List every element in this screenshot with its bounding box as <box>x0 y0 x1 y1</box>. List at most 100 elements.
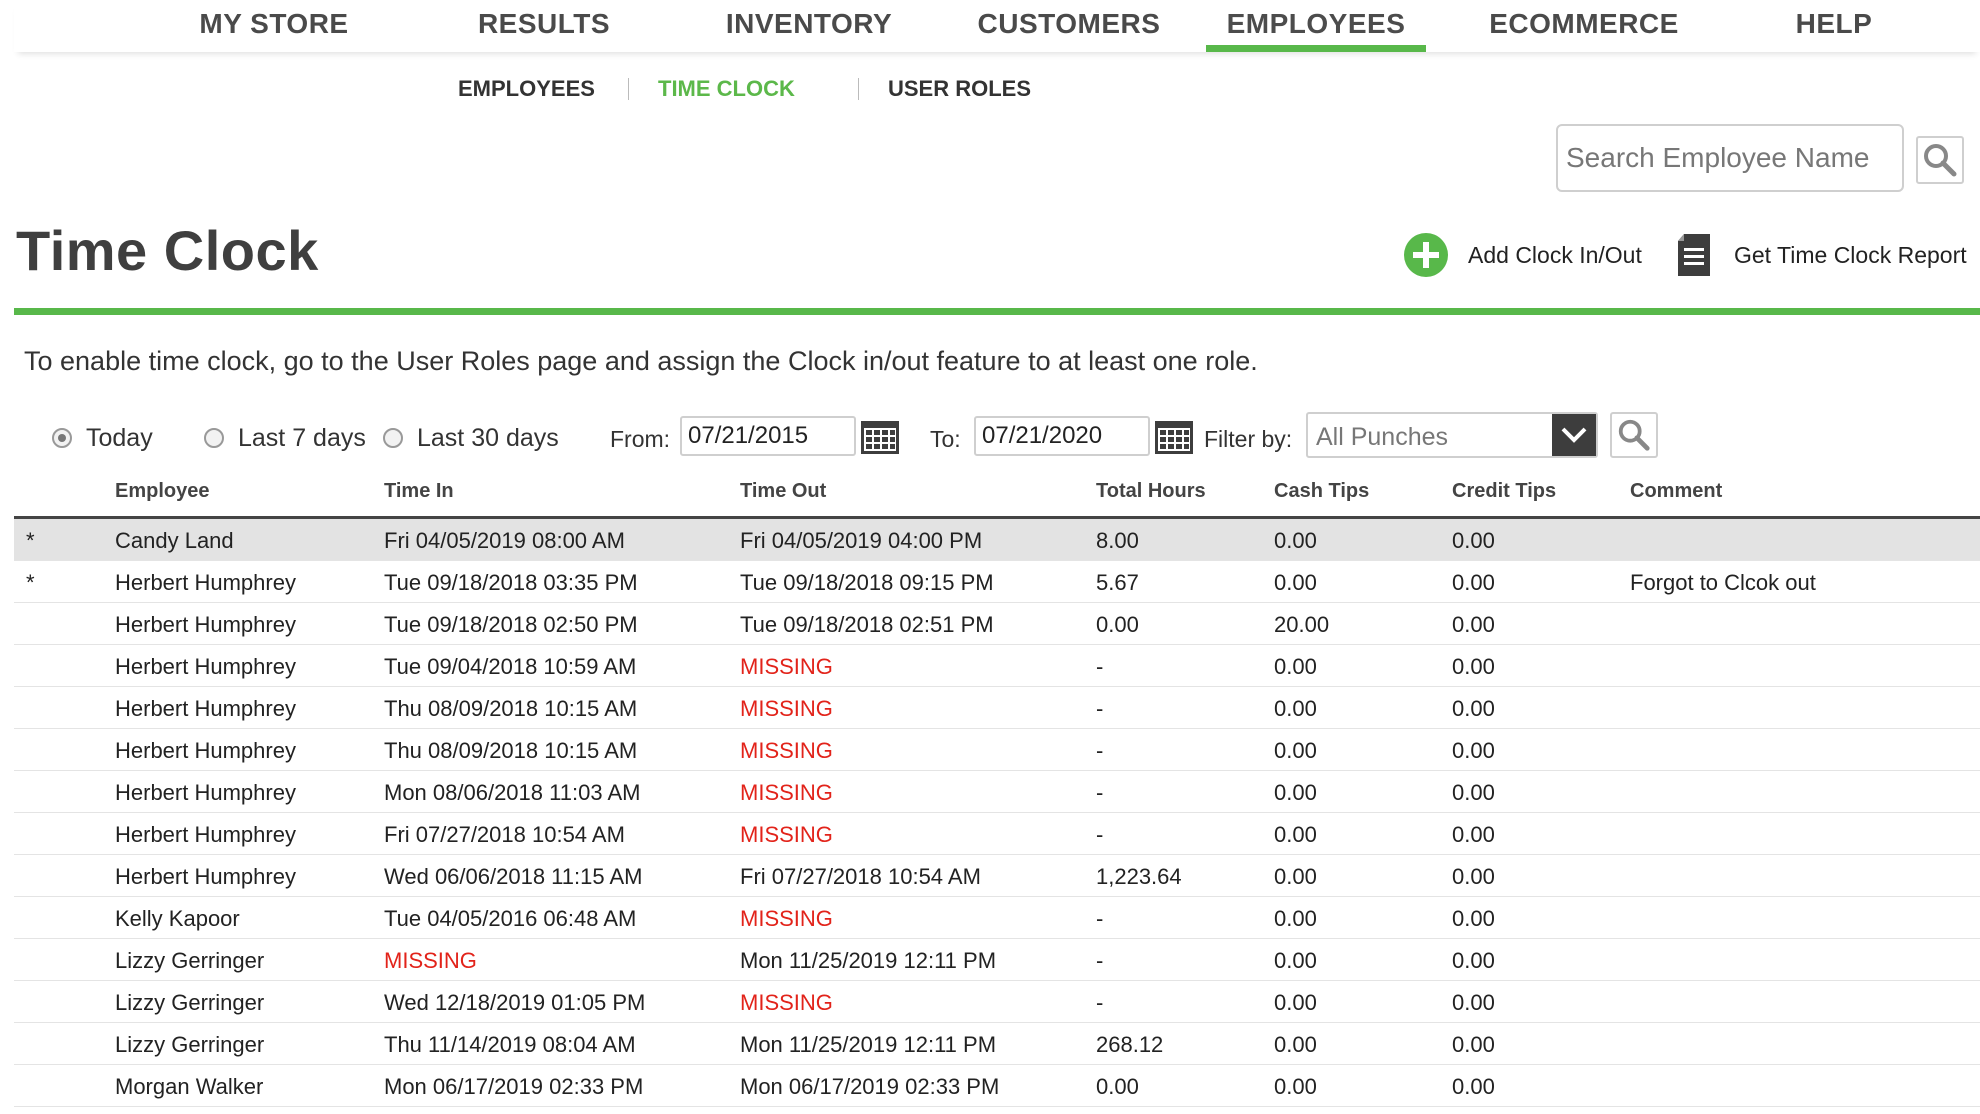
document-icon <box>1678 234 1710 276</box>
nav-customers[interactable]: CUSTOMERS <box>954 0 1184 50</box>
time-out-cell: MISSING <box>740 780 833 805</box>
calendar-icon[interactable] <box>860 418 900 456</box>
time-in-cell: Thu 11/14/2019 08:04 AM <box>384 1032 636 1057</box>
total-hours-cell: 1,223.64 <box>1096 864 1182 889</box>
table-row[interactable]: Herbert Humphrey Tue 09/04/2018 10:59 AM M… <box>14 645 1980 687</box>
column-header-cash-tips[interactable]: Cash Tips <box>1274 480 1369 503</box>
time-out-cell: MISSING <box>740 738 833 763</box>
nav-results[interactable]: RESULTS <box>424 0 664 50</box>
total-hours-cell: 0.00 <box>1096 612 1139 637</box>
radio-indicator <box>383 428 403 448</box>
time-in-cell: Thu 08/09/2018 10:15 AM <box>384 696 638 721</box>
cash-tips-cell: 0.00 <box>1274 906 1317 931</box>
table-row[interactable]: Kelly Kapoor Tue 04/05/2016 06:48 AM MISSI… <box>14 897 1980 939</box>
row-flag: * <box>26 570 35 595</box>
employee-cell: Morgan Walker <box>115 1074 264 1099</box>
total-hours-cell: 5.67 <box>1096 570 1139 595</box>
subnav-employees[interactable]: EMPLOYEES <box>458 76 595 102</box>
employee-cell: Herbert Humphrey <box>115 822 296 847</box>
column-header-credit-tips[interactable]: Credit Tips <box>1452 480 1556 503</box>
nav-help[interactable]: HELP <box>1754 0 1914 50</box>
column-header-total-hours[interactable]: Total Hours <box>1096 480 1206 503</box>
nav-employees[interactable]: EMPLOYEES <box>1206 0 1426 52</box>
table-row[interactable]: Herbert Humphrey Tue 09/18/2018 02:50 PM T… <box>14 603 1980 645</box>
table-row[interactable]: Lizzy Gerringer Thu 11/14/2019 08:04 AM Mo… <box>14 1023 1980 1065</box>
table-row[interactable]: Morgan Walker Mon 06/17/2019 02:33 PM Mon … <box>14 1065 1980 1107</box>
search-input[interactable] <box>1556 124 1904 192</box>
credit-tips-cell: 0.00 <box>1452 528 1495 553</box>
table-row[interactable]: Herbert Humphrey Wed 06/06/2018 11:15 AM F… <box>14 855 1980 897</box>
column-header-comment[interactable]: Comment <box>1630 480 1722 503</box>
time-out-cell: Fri 04/05/2019 04:00 PM <box>740 528 983 553</box>
credit-tips-cell: 0.00 <box>1452 990 1495 1015</box>
table-row[interactable]: * Herbert Humphrey Tue 09/18/2018 03:35 PM… <box>14 561 1980 603</box>
total-hours-cell: 8.00 <box>1096 528 1139 553</box>
subnav-time-clock[interactable]: TIME CLOCK <box>658 76 795 102</box>
employee-cell: Herbert Humphrey <box>115 780 296 805</box>
time-in-cell: Fri 04/05/2019 08:00 AM <box>384 528 625 553</box>
table-header: Employee Time In Time Out Total Hours Ca… <box>14 476 1980 519</box>
time-in-cell: Mon 08/06/2018 11:03 AM <box>384 780 641 805</box>
total-hours-cell: - <box>1096 738 1104 763</box>
credit-tips-cell: 0.00 <box>1452 654 1495 679</box>
column-header-time-out[interactable]: Time Out <box>740 480 826 503</box>
time-out-cell: MISSING <box>740 990 833 1015</box>
time-in-cell: Tue 09/18/2018 03:35 PM <box>384 570 638 595</box>
total-hours-cell: - <box>1096 780 1104 805</box>
cash-tips-cell: 0.00 <box>1274 822 1317 847</box>
table-row[interactable]: Herbert Humphrey Thu 08/09/2018 10:15 AM M… <box>14 729 1980 771</box>
credit-tips-cell: 0.00 <box>1452 1074 1495 1099</box>
radio-today[interactable]: Today <box>52 420 153 456</box>
table-row[interactable]: * Candy Land Fri 04/05/2019 08:00 AM Fri 04… <box>14 519 1980 561</box>
employee-cell: Lizzy Gerringer <box>115 1032 265 1057</box>
time-out-cell: MISSING <box>740 906 833 931</box>
add-clock-in-out-label: Add Clock In/Out <box>1468 241 1642 268</box>
cash-tips-cell: 0.00 <box>1274 1074 1317 1099</box>
nav-ecommerce[interactable]: ECOMMERCE <box>1454 0 1714 50</box>
time-in-cell: Wed 06/06/2018 11:15 AM <box>384 864 643 889</box>
from-date-input[interactable] <box>680 416 856 456</box>
column-header-time-in[interactable]: Time In <box>384 480 454 503</box>
time-out-cell: Tue 09/18/2018 02:51 PM <box>740 612 994 637</box>
table-row[interactable]: Lizzy Gerringer Wed 12/18/2019 01:05 PM MI… <box>14 981 1980 1023</box>
row-flag: * <box>26 528 35 553</box>
time-in-cell: Tue 09/18/2018 02:50 PM <box>384 612 638 637</box>
credit-tips-cell: 0.00 <box>1452 948 1495 973</box>
add-clock-in-out-button[interactable]: Add Clock In/Out <box>1402 230 1642 280</box>
search-button[interactable] <box>1916 136 1964 184</box>
subnav-separator <box>858 78 859 100</box>
time-out-cell: Mon 06/17/2019 02:33 PM <box>740 1074 1000 1099</box>
radio-last-7-days[interactable]: Last 7 days <box>204 420 366 456</box>
filter-select[interactable]: All Punches <box>1306 412 1598 458</box>
credit-tips-cell: 0.00 <box>1452 906 1495 931</box>
get-time-clock-report-label: Get Time Clock Report <box>1734 241 1967 268</box>
column-header-employee[interactable]: Employee <box>115 480 209 503</box>
cash-tips-cell: 0.00 <box>1274 696 1317 721</box>
search-icon <box>1618 419 1650 451</box>
title-divider <box>14 308 1980 315</box>
from-label: From: <box>610 426 671 452</box>
calendar-icon[interactable] <box>1154 418 1194 456</box>
employee-cell: Herbert Humphrey <box>115 612 296 637</box>
credit-tips-cell: 0.00 <box>1452 864 1495 889</box>
cash-tips-cell: 0.00 <box>1274 864 1317 889</box>
subnav-user-roles[interactable]: USER ROLES <box>888 76 1031 102</box>
to-date-input[interactable] <box>974 416 1150 456</box>
employee-cell: Lizzy Gerringer <box>115 948 265 973</box>
time-out-cell: MISSING <box>740 654 833 679</box>
radio-last-30-days[interactable]: Last 30 days <box>383 420 559 456</box>
nav-my-store[interactable]: MY STORE <box>164 0 384 50</box>
time-out-cell: MISSING <box>740 822 833 847</box>
filter-select-value: All Punches <box>1316 423 1449 451</box>
radio-indicator-selected <box>52 428 72 448</box>
table-row[interactable]: Herbert Humphrey Mon 08/06/2018 11:03 AM M… <box>14 771 1980 813</box>
table-row[interactable]: Herbert Humphrey Thu 08/09/2018 10:15 AM M… <box>14 687 1980 729</box>
filter-search-button[interactable] <box>1610 412 1658 458</box>
total-hours-cell: 0.00 <box>1096 1074 1139 1099</box>
nav-inventory[interactable]: INVENTORY <box>694 0 924 50</box>
table-row[interactable]: Herbert Humphrey Fri 07/27/2018 10:54 AM M… <box>14 813 1980 855</box>
cash-tips-cell: 0.00 <box>1274 780 1317 805</box>
employee-cell: Herbert Humphrey <box>115 654 296 679</box>
get-time-clock-report-button[interactable]: Get Time Clock Report <box>1674 230 1967 280</box>
table-row[interactable]: Lizzy Gerringer MISSING Mon 11/25/2019 12:… <box>14 939 1980 981</box>
